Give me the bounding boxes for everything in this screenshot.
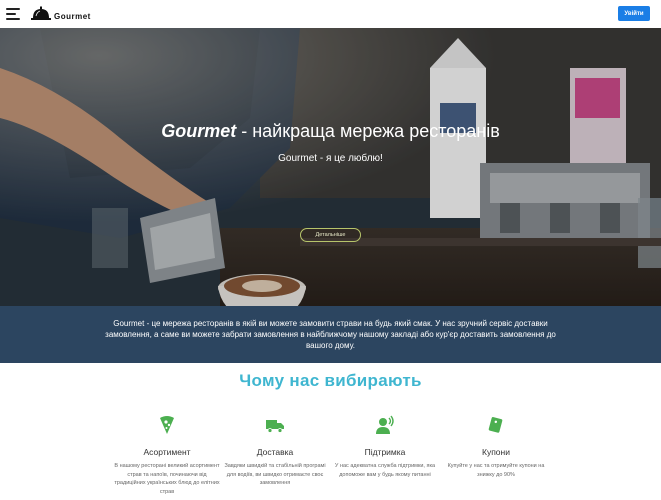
hero-title-text: - найкраща мережа ресторанів bbox=[236, 121, 500, 141]
why-section: Чому нас вибирають Асортимент В нашому р… bbox=[0, 363, 661, 500]
info-text: Gourmet - це мережа ресторанів в якій ви… bbox=[105, 319, 556, 350]
feature-desc: У нас адекватна служба підтримки, яка до… bbox=[334, 463, 436, 478]
feature-title: Асортимент bbox=[143, 447, 191, 457]
logo-text: Gourmet bbox=[54, 11, 91, 21]
feature-delivery: Доставка Завдяки швидкій та стабільній п… bbox=[220, 415, 330, 488]
feature-desc: Завдяки швидкій та стабільній програмі д… bbox=[224, 463, 326, 486]
logo[interactable]: Gourmet bbox=[30, 4, 91, 24]
feature-assortment: Асортимент В нашому ресторані великий ас… bbox=[112, 415, 222, 496]
coupon-icon bbox=[488, 417, 503, 433]
feature-title: Доставка bbox=[256, 447, 294, 457]
info-band: Gourmet - це мережа ресторанів в якій ви… bbox=[0, 306, 661, 363]
pizza-slice-icon bbox=[160, 416, 174, 434]
cloche-icon bbox=[31, 6, 51, 20]
hero-overlay bbox=[0, 28, 661, 306]
top-header: Gourmet Увійти bbox=[0, 0, 661, 28]
hero-title: Gourmet - найкраща мережа ресторанів bbox=[0, 121, 661, 142]
feature-title: Купони bbox=[482, 447, 510, 457]
page: Gourmet Увійти Gourmet - найкраща мережа… bbox=[0, 0, 661, 500]
hero-banner: Gourmet - найкраща мережа ресторанів Gou… bbox=[0, 28, 661, 306]
feature-coupons: Купони Купуйте у нас та отримуйте купони… bbox=[441, 415, 551, 479]
support-agent-icon bbox=[376, 415, 394, 434]
hero-subtitle: Gourmet - я це люблю! bbox=[278, 153, 383, 164]
feature-desc: Купуйте у нас та отримуйте купони на зни… bbox=[447, 463, 545, 478]
hamburger-menu-icon[interactable] bbox=[6, 8, 22, 20]
feature-title: Підтримка bbox=[364, 447, 406, 457]
truck-icon bbox=[266, 420, 284, 433]
details-button[interactable]: Детальніше bbox=[300, 228, 361, 242]
hero-title-brand: Gourmet bbox=[161, 121, 237, 141]
login-button[interactable]: Увійти bbox=[618, 6, 650, 21]
feature-support: Підтримка У нас адекватна служба підтрим… bbox=[330, 415, 440, 479]
feature-desc: В нашому ресторані великий асортимент ст… bbox=[114, 463, 220, 495]
why-title: Чому нас вибирають bbox=[239, 371, 422, 390]
